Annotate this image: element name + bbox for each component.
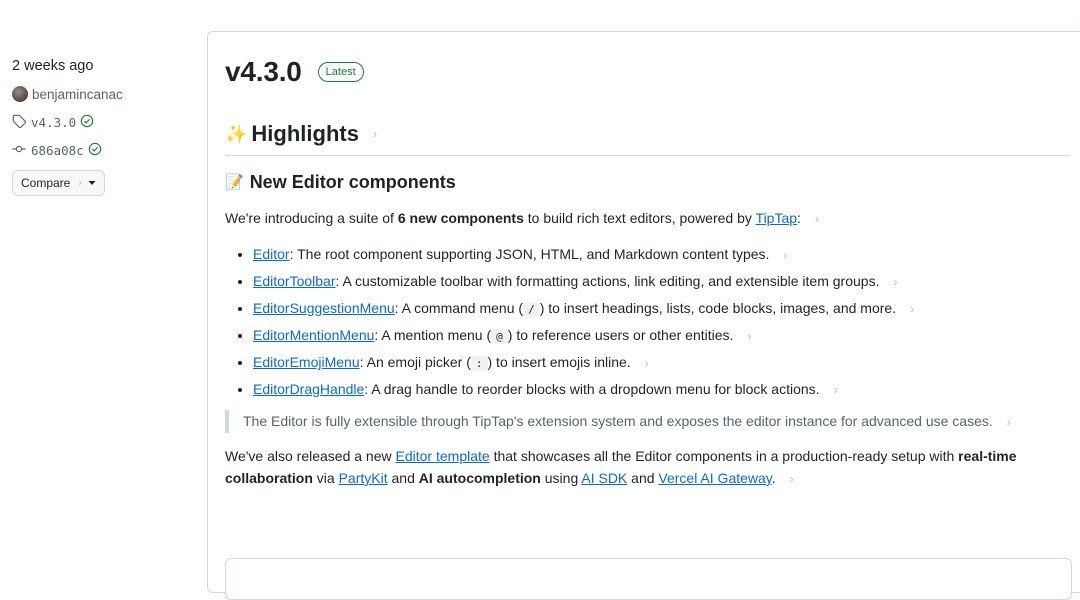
author-link[interactable]: benjamincanac	[32, 87, 123, 102]
link-icon[interactable]: ›	[815, 212, 819, 226]
list-item: EditorSuggestionMenu: A command menu (/)…	[253, 298, 1070, 325]
item-text: : A command menu (	[394, 300, 524, 316]
link-icon[interactable]: ›	[893, 275, 897, 289]
compare-button[interactable]: Compare ›	[12, 170, 106, 196]
closing-text: and	[387, 470, 419, 486]
release-date[interactable]: 2 weeks ago	[12, 56, 202, 76]
intro-text: :	[797, 210, 801, 226]
link-icon[interactable]: ›	[645, 356, 649, 370]
link-icon[interactable]: ›	[373, 127, 377, 141]
item-text: : A drag handle to reorder blocks with a…	[364, 381, 820, 397]
release-body: v4.3.0 Latest ✨ Highlights › 📝 New Edito…	[225, 52, 1070, 490]
list-item: Editor: The root component supporting JS…	[253, 244, 1070, 271]
component-link[interactable]: EditorSuggestionMenu	[253, 300, 395, 316]
list-item: EditorEmojiMenu: An emoji picker (:) to …	[253, 352, 1070, 379]
link-icon[interactable]: ›	[910, 302, 914, 316]
author-row[interactable]: benjamincanac	[12, 84, 202, 104]
vercel-ai-gateway-link[interactable]: Vercel AI Gateway	[658, 470, 771, 486]
tag-icon	[12, 114, 27, 131]
ai-sdk-link[interactable]: AI SDK	[581, 470, 627, 486]
component-link[interactable]: Editor	[253, 246, 290, 262]
item-text: : A mention menu (	[374, 327, 492, 343]
verified-check-icon[interactable]	[80, 114, 94, 131]
highlights-heading: ✨ Highlights ›	[225, 119, 1070, 156]
list-item: EditorToolbar: A customizable toolbar wi…	[253, 271, 1070, 298]
commit-row[interactable]: 686a08c	[12, 140, 202, 160]
note-quote: The Editor is fully extensible through T…	[225, 410, 1070, 433]
item-text: : A customizable toolbar with formatting…	[335, 273, 880, 289]
release-meta: 2 weeks ago benjamincanac v4.3.0 686a08c…	[12, 56, 202, 196]
memo-icon: 📝	[225, 174, 244, 191]
link-icon[interactable]: ›	[1007, 415, 1011, 429]
closing-text: using	[540, 470, 582, 486]
closing-text: .	[771, 470, 776, 486]
component-link[interactable]: EditorMentionMenu	[253, 327, 374, 343]
item-text: : An emoji picker (	[359, 354, 471, 370]
tiptap-link[interactable]: TipTap	[756, 210, 798, 226]
commit-link[interactable]: 686a08c	[31, 143, 84, 158]
intro-text: to build rich text editors, powered by	[523, 210, 756, 226]
section-heading-text: New Editor components	[249, 171, 456, 192]
section-heading: 📝 New Editor components	[225, 170, 1070, 194]
component-link[interactable]: EditorToolbar	[253, 273, 336, 289]
sparkles-icon: ✨	[225, 123, 248, 144]
release-card: v4.3.0 Latest ✨ Highlights › 📝 New Edito…	[207, 31, 1080, 600]
next-content-box	[225, 558, 1072, 600]
component-link[interactable]: EditorEmojiMenu	[253, 354, 360, 370]
tag-row[interactable]: v4.3.0	[12, 112, 202, 132]
item-text: ) to insert emojis inline.	[487, 354, 631, 370]
closing-paragraph: We've also released a new Editor templat…	[225, 445, 1070, 490]
closing-text: via	[312, 470, 339, 486]
link-icon[interactable]: ›	[790, 472, 794, 486]
closing-text: and	[627, 470, 659, 486]
verified-check-icon[interactable]	[88, 142, 102, 159]
intro-bold: 6 new components	[397, 210, 524, 226]
inline-code: /	[523, 302, 540, 317]
avatar[interactable]	[12, 86, 28, 102]
link-icon[interactable]: ›	[834, 383, 838, 397]
release-header: v4.3.0 Latest	[225, 52, 1070, 92]
triangle-down-icon	[88, 176, 96, 190]
list-item: EditorDragHandle: A drag handle to reord…	[253, 379, 1070, 406]
closing-bold: AI autocompletion	[418, 470, 541, 486]
editor-template-link[interactable]: Editor template	[396, 448, 490, 464]
inline-code: :	[470, 356, 488, 371]
intro-text: We're introducing a suite of	[225, 210, 398, 226]
git-commit-icon	[12, 142, 26, 159]
link-icon: ›	[78, 177, 83, 189]
item-text: ) to insert headings, lists, code blocks…	[539, 300, 897, 316]
highlights-heading-text: Highlights	[251, 121, 359, 146]
item-text: ) to reference users or other entities.	[507, 327, 734, 343]
inline-code: @	[491, 329, 508, 344]
latest-badge: Latest	[317, 62, 364, 82]
link-icon[interactable]: ›	[783, 248, 787, 262]
item-text: : The root component supporting JSON, HT…	[289, 246, 770, 262]
closing-text: that showcases all the Editor components…	[489, 448, 959, 464]
component-list: Editor: The root component supporting JS…	[225, 244, 1070, 406]
intro-paragraph: We're introducing a suite of 6 new compo…	[225, 208, 1070, 230]
compare-label: Compare	[21, 176, 71, 190]
release-title[interactable]: v4.3.0	[225, 56, 302, 88]
partykit-link[interactable]: PartyKit	[339, 470, 388, 486]
closing-text: We've also released a new	[225, 448, 396, 464]
list-item: EditorMentionMenu: A mention menu (@) to…	[253, 325, 1070, 352]
component-link[interactable]: EditorDragHandle	[253, 381, 364, 397]
tag-link[interactable]: v4.3.0	[31, 115, 76, 130]
quote-text: The Editor is fully extensible through T…	[243, 413, 993, 429]
link-icon[interactable]: ›	[747, 329, 751, 343]
